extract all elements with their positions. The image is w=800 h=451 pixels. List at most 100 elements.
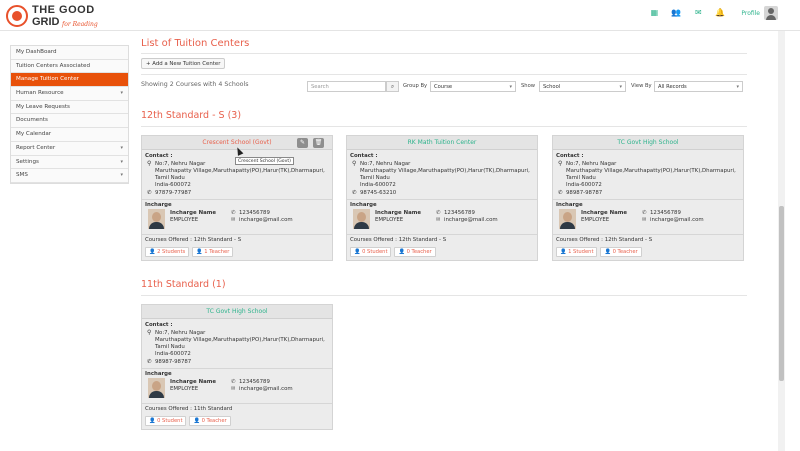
edit-icon[interactable]: ✎ (297, 138, 308, 148)
mail-icon[interactable]: ✉ (693, 8, 703, 18)
students-button[interactable]: 👤 0 Student (145, 415, 187, 426)
search-input[interactable]: Search (307, 81, 386, 92)
user-icon: 👤 (149, 417, 158, 424)
sidebar-item-sms[interactable]: SMS ▾ (11, 169, 128, 183)
user-icon: 👤 (560, 248, 569, 255)
chevron-down-icon: ▾ (736, 84, 739, 90)
incharge-mail-value: incharge@mail.com (650, 216, 704, 223)
address-line: No:7, Nehru Nagar (155, 330, 206, 336)
teachers-button[interactable]: 👤 0 Teacher (189, 415, 231, 426)
show-select[interactable]: School ▾ (539, 81, 626, 92)
delete-icon[interactable]: 🗑 (313, 138, 324, 148)
map-pin-icon: ⚲ (352, 160, 357, 167)
phone-icon: ✆ (352, 189, 357, 196)
courses-offered: Courses Offered : 12th Standard - S (145, 236, 242, 243)
center-name-link[interactable]: RK Math Tuition Center (408, 139, 477, 146)
grid-icon[interactable]: ▦ (649, 8, 659, 18)
sidebar-item-report-center[interactable]: Report Center ▾ (11, 142, 128, 156)
incharge-role: EMPLOYEE (375, 216, 404, 223)
tuition-center-card: TC Govt High School Contact : ⚲ No:7, Nehru… (141, 304, 333, 430)
divider (141, 53, 747, 54)
sidebar-item-label: My Calendar (16, 131, 52, 138)
chevron-down-icon: ▾ (619, 84, 622, 90)
address-line: Tamil Nadu (360, 174, 390, 181)
tuition-center-card: RK Math Tuition Center Contact : ⚲ No:7, Ne… (346, 135, 538, 261)
sidebar-item-my-dashboard[interactable]: My DashBoard (11, 46, 128, 60)
incharge-block: Incharge Name EMPLOYEE ✆ 123456789 ✉ incharge… (145, 377, 329, 401)
students-label: 0 Student (157, 417, 183, 424)
incharge-block: Incharge Name EMPLOYEE ✆ 123456789 ✉ incharge… (556, 208, 740, 232)
phone-icon: ✆ (558, 189, 563, 196)
mail-icon: ✉ (436, 216, 441, 223)
add-tuition-center-button[interactable]: + Add a New Tuition Center (141, 58, 226, 69)
contact-label: Contact : (556, 153, 584, 159)
sidebar-item-settings[interactable]: Settings ▾ (11, 156, 128, 170)
incharge-photo (148, 208, 165, 229)
phone-number: 98987-98787 (566, 189, 603, 196)
sidebar-item-tuition-centers-associated[interactable]: Tuition Centers Associated (11, 60, 128, 74)
teachers-button[interactable]: 👤 0 Teacher (600, 246, 642, 257)
mail-icon: ✉ (231, 385, 236, 392)
sidebar-item-my-calendar[interactable]: My Calendar (11, 128, 128, 142)
incharge-mail-value: incharge@mail.com (239, 216, 293, 223)
chevron-down-icon: ▾ (120, 172, 123, 179)
phone-icon: ✆ (231, 378, 236, 385)
show-label: Show (521, 83, 535, 89)
show-value: School (543, 84, 561, 90)
sidebar-item-label: Settings (16, 158, 39, 165)
tooltip: Crescent School (Govt) (235, 157, 294, 165)
top-bar: THE GOOD GRID for Reading ▦ 👥 ✉ 🔔 Profil… (0, 0, 800, 31)
incharge-name: Incharge Name (581, 209, 627, 216)
teachers-button[interactable]: 👤 1 Teacher (192, 246, 234, 257)
mail-icon: ✉ (642, 216, 647, 223)
students-button[interactable]: 👤 1 Student (556, 246, 598, 257)
address-line: Tamil Nadu (566, 174, 596, 181)
chevron-down-icon: ▾ (509, 84, 512, 90)
teachers-button[interactable]: 👤 0 Teacher (394, 246, 436, 257)
profile-link[interactable]: Profile (741, 10, 760, 17)
address-line: No:7, Nehru Nagar (360, 161, 411, 167)
teachers-label: 0 Teacher (201, 417, 227, 424)
center-name-link[interactable]: TC Govt High School (617, 139, 678, 146)
address: ⚲ No:7, Nehru Nagar Maruthapatty Village,M… (556, 160, 740, 189)
scrollbar-thumb[interactable] (779, 206, 784, 381)
divider (142, 198, 332, 200)
view-by-select[interactable]: All Records ▾ (654, 81, 743, 92)
phone-number: 97879-77987 (155, 189, 192, 196)
incharge-phone: ✆ 123456789 (231, 379, 270, 385)
group-by-select[interactable]: Course ▾ (430, 81, 516, 92)
app-logo[interactable]: THE GOOD GRID for Reading (6, 3, 116, 29)
card-actions: 👤 0 Student 👤 0 Teacher (145, 415, 329, 426)
section-title: 11th Standard (1) (141, 279, 226, 290)
group-by-label: Group By (403, 83, 428, 89)
map-pin-icon: ⚲ (558, 160, 563, 167)
chevron-down-icon: ▾ (120, 90, 123, 97)
students-button[interactable]: 👤 2 Students (145, 246, 190, 257)
divider (142, 402, 332, 404)
incharge-mail: ✉ incharge@mail.com (231, 217, 293, 223)
sidebar-item-my-leave-requests[interactable]: My Leave Requests (11, 101, 128, 115)
teachers-label: 1 Teacher (204, 248, 230, 255)
contact-phone: ✆ 97879-77987 (145, 190, 329, 197)
address-line: Tamil Nadu (155, 343, 185, 350)
showing-summary: Showing 2 Courses with 4 Schools (141, 81, 249, 88)
sidebar-item-human-resource[interactable]: Human Resource ▾ (11, 87, 128, 101)
address-line: India-600072 (155, 181, 191, 188)
sidebar-item-documents[interactable]: Documents (11, 114, 128, 129)
users-icon[interactable]: 👥 (671, 8, 681, 18)
sidebar-item-label: Report Center (16, 144, 56, 151)
search-icon[interactable]: ⌕ (386, 81, 399, 92)
group-by-value: Course (434, 84, 453, 90)
user-avatar[interactable] (764, 6, 778, 20)
sidebar-item-manage-tuition-center[interactable]: Manage Tuition Center (11, 73, 128, 88)
teachers-label: 0 Teacher (612, 248, 638, 255)
sidebar-item-label: Tuition Centers Associated (16, 62, 90, 69)
vertical-scrollbar[interactable] (778, 31, 785, 451)
divider (142, 367, 332, 369)
center-name-link[interactable]: Crescent School (Govt) (202, 139, 271, 146)
bell-icon[interactable]: 🔔 (715, 8, 725, 18)
contact-phone: ✆ 98987-98787 (145, 359, 329, 366)
divider (142, 233, 332, 235)
center-name-link[interactable]: TC Govt High School (206, 308, 267, 315)
students-button[interactable]: 👤 0 Student (350, 246, 392, 257)
